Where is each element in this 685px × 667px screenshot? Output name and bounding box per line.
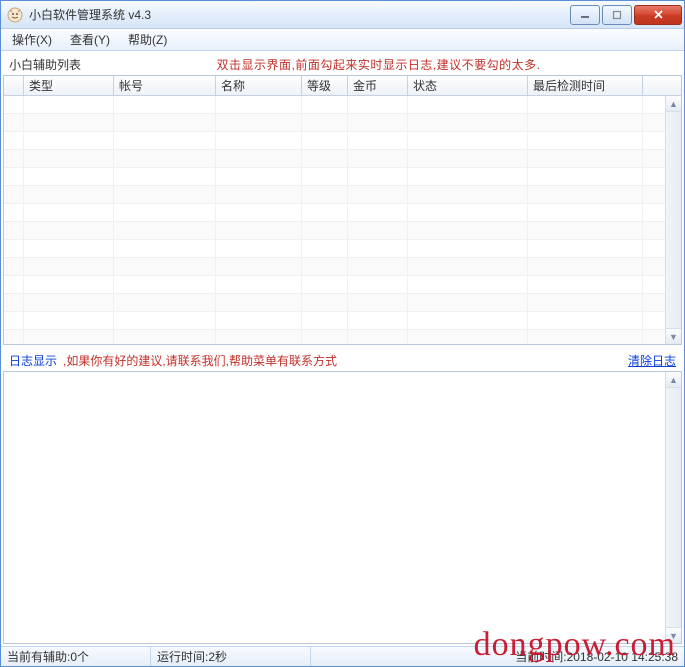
content-area: 小白辅助列表 双击显示界面,前面勾起来实时显示日志,建议不要勾的太多. 类型 帐… (1, 51, 684, 646)
minimize-button[interactable] (570, 5, 600, 25)
maximize-button[interactable] (602, 5, 632, 25)
col-checkbox[interactable] (4, 76, 24, 95)
table-row (4, 186, 681, 204)
table-row (4, 294, 681, 312)
table-row (4, 168, 681, 186)
col-status[interactable]: 状态 (408, 76, 528, 95)
menu-operate[interactable]: 操作(X) (3, 29, 61, 50)
table-body[interactable] (4, 96, 681, 344)
col-lastcheck[interactable]: 最后检测时间 (528, 76, 643, 95)
table-scrollbar[interactable]: ▲ ▼ (665, 96, 681, 344)
table-row (4, 150, 681, 168)
list-title: 小白辅助列表 (9, 56, 81, 73)
table-row (4, 204, 681, 222)
list-header-bar: 小白辅助列表 双击显示界面,前面勾起来实时显示日志,建议不要勾的太多. (3, 53, 682, 75)
col-gold[interactable]: 金币 (348, 76, 408, 95)
titlebar: 小白软件管理系统 v4.3 (1, 1, 684, 29)
table-row (4, 240, 681, 258)
table-row (4, 258, 681, 276)
window-controls (568, 5, 682, 25)
col-type[interactable]: 类型 (24, 76, 114, 95)
status-runtime: 运行时间:2秒 (151, 647, 311, 666)
close-button[interactable] (634, 5, 682, 25)
menu-help[interactable]: 帮助(Z) (119, 29, 176, 50)
status-current-time: 当前时间:2018-02-10 14:25:38 (311, 647, 684, 666)
status-helper-count: 当前有辅助:0个 (1, 647, 151, 666)
helper-table[interactable]: 类型 帐号 名称 等级 金币 状态 最后检测时间 (3, 75, 682, 345)
scroll-up-icon[interactable]: ▲ (666, 96, 681, 112)
table-row (4, 330, 681, 344)
table-header: 类型 帐号 名称 等级 金币 状态 最后检测时间 (4, 76, 681, 96)
scroll-down-icon[interactable]: ▼ (666, 328, 681, 344)
col-spacer (643, 76, 681, 95)
window-title: 小白软件管理系统 v4.3 (29, 6, 568, 23)
menubar: 操作(X) 查看(Y) 帮助(Z) (1, 29, 684, 51)
log-area[interactable]: ▲ ▼ (3, 371, 682, 644)
menu-view[interactable]: 查看(Y) (61, 29, 119, 50)
log-title: 日志显示 (9, 352, 57, 369)
table-row (4, 222, 681, 240)
col-level[interactable]: 等级 (302, 76, 348, 95)
col-name[interactable]: 名称 (216, 76, 302, 95)
app-window: 小白软件管理系统 v4.3 操作(X) 查看(Y) 帮助(Z) 小白辅助列表 (0, 0, 685, 667)
col-account[interactable]: 帐号 (114, 76, 216, 95)
statusbar: 当前有辅助:0个 运行时间:2秒 当前时间:2018-02-10 14:25:3… (1, 646, 684, 666)
scroll-down-icon[interactable]: ▼ (666, 627, 681, 643)
log-header-bar: 日志显示 ,如果你有好的建议,请联系我们,帮助菜单有联系方式 清除日志 (3, 349, 682, 371)
scroll-up-icon[interactable]: ▲ (666, 372, 681, 388)
app-icon (7, 7, 23, 23)
table-row (4, 132, 681, 150)
table-row (4, 114, 681, 132)
table-row (4, 312, 681, 330)
log-suggest: ,如果你有好的建议,请联系我们,帮助菜单有联系方式 (63, 352, 628, 369)
log-scrollbar[interactable]: ▲ ▼ (665, 372, 681, 643)
list-hint: 双击显示界面,前面勾起来实时显示日志,建议不要勾的太多. (81, 56, 676, 73)
clear-log-link[interactable]: 清除日志 (628, 352, 676, 369)
table-row (4, 276, 681, 294)
table-row (4, 96, 681, 114)
